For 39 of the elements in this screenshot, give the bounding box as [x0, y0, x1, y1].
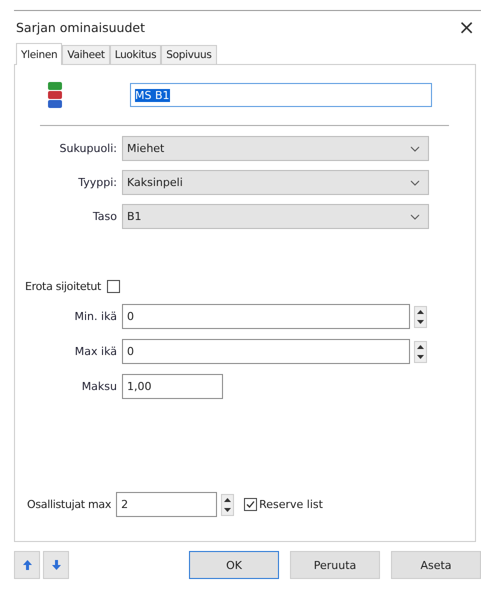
spin-buttons[interactable]	[414, 306, 427, 328]
spin-buttons[interactable]	[221, 494, 234, 516]
chevron-down-icon	[410, 146, 420, 152]
number-field[interactable]: 0	[122, 339, 410, 364]
dialog-button[interactable]: Peruuta	[290, 551, 380, 579]
checkbox[interactable]	[107, 280, 120, 292]
window-title: Sarjan ominaisuudet	[16, 20, 145, 34]
dropdown[interactable]: Kaksinpeli	[122, 170, 429, 195]
tab[interactable]: Vaiheet	[62, 45, 110, 64]
field-label: Taso	[92, 210, 118, 223]
dialog-button[interactable]: OK	[189, 551, 279, 579]
arrow-up-icon	[22, 560, 32, 570]
dropdown[interactable]: Miehet	[122, 136, 429, 161]
close-button[interactable]: ×	[452, 15, 481, 39]
tab[interactable]: Yleinen	[16, 43, 62, 65]
dropdown[interactable]: B1	[122, 204, 429, 229]
checkbox-label: Reserve list	[259, 498, 323, 511]
tab[interactable]: Sopivuus	[161, 45, 217, 64]
name-field[interactable]: MS B1	[130, 83, 432, 107]
field-label: Max ikä	[74, 345, 118, 358]
arrow-down-icon	[52, 560, 60, 570]
tab[interactable]: Luokitus	[110, 45, 162, 64]
field-label: Sukupuoli:	[58, 142, 118, 155]
chevron-down-icon	[410, 214, 420, 220]
field-label: Maksu	[80, 380, 118, 393]
checkbox-label: Erota sijoitetut	[25, 280, 102, 292]
dialog-button[interactable]: Aseta	[391, 551, 481, 579]
number-field[interactable]: 1,00	[122, 374, 223, 399]
field-label: Min. ikä	[74, 310, 118, 323]
field-label: Tyyppi:	[77, 176, 118, 189]
field-label: Osallistujat max	[27, 498, 112, 511]
move-down-button[interactable]	[43, 551, 69, 579]
spin-buttons[interactable]	[414, 340, 427, 362]
number-field[interactable]: 2	[116, 492, 218, 517]
chevron-down-icon	[410, 180, 420, 186]
stacked-bars-icon	[48, 82, 62, 108]
move-up-button[interactable]	[14, 551, 40, 579]
number-field[interactable]: 0	[122, 304, 410, 329]
checkbox[interactable]	[244, 498, 258, 511]
